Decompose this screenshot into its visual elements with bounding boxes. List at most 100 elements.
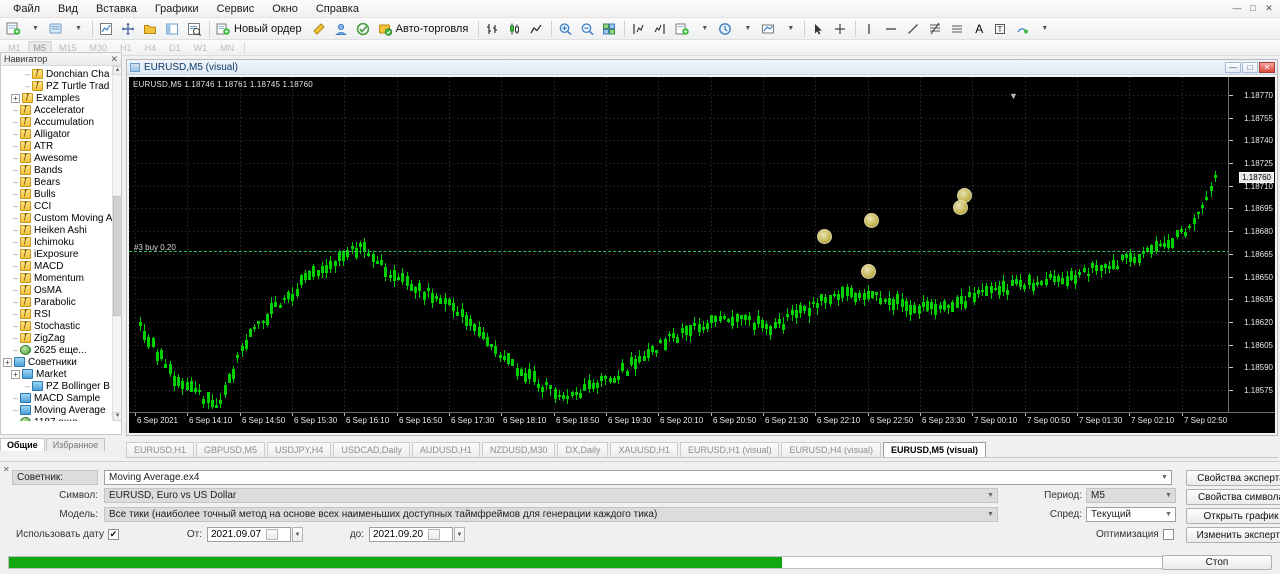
chart-tab[interactable]: NZDUSD,M30 <box>481 442 556 457</box>
navigator-item[interactable]: – Donchian Cha <box>1 68 121 80</box>
shift-end-icon[interactable] <box>628 19 649 38</box>
navigator-item[interactable]: – MACD Sample <box>1 392 121 404</box>
navigator-item[interactable]: – 1187 еще... <box>1 416 121 421</box>
stop-button[interactable]: Стоп <box>1162 555 1272 570</box>
navigator-item[interactable]: + Market <box>1 368 121 380</box>
strategy-tester-icon[interactable] <box>184 19 205 38</box>
symbol-properties-button[interactable]: Свойства символа <box>1186 489 1280 505</box>
trade-marker-sell-1[interactable] <box>861 264 876 279</box>
expert-dropdown-label[interactable]: Советник: <box>12 470 98 485</box>
profiles-dropdown-icon[interactable]: ▼ <box>68 19 88 38</box>
zoom-out-icon[interactable] <box>577 19 598 38</box>
navigator-item[interactable]: – PZ Turtle Trad <box>1 80 121 92</box>
trade-marker-sell-2[interactable] <box>953 200 968 215</box>
to-date-spinner[interactable]: ▼ <box>454 527 465 542</box>
expert-combo[interactable]: Moving Average.ex4 <box>104 470 1172 485</box>
period-mn[interactable]: MN <box>214 41 240 55</box>
terminal-icon[interactable] <box>162 19 183 38</box>
minimize-icon[interactable]: — <box>1230 2 1244 15</box>
menu-item-file[interactable]: Файл <box>4 1 49 17</box>
navigator-scrollbar[interactable]: ▲ ▼ <box>112 66 121 421</box>
chart-tab[interactable]: AUDUSD,H1 <box>411 442 480 457</box>
tester-close-icon[interactable]: ✕ <box>3 465 10 474</box>
chart-tab[interactable]: USDJPY,H4 <box>267 442 332 457</box>
menu-item-insert[interactable]: Вставка <box>87 1 146 17</box>
line-chart-icon[interactable] <box>526 19 547 38</box>
text-label-icon[interactable]: T <box>990 19 1011 38</box>
objects-icon[interactable] <box>758 19 779 38</box>
navigator-tab-common[interactable]: Общие <box>0 438 45 451</box>
trendline-icon[interactable] <box>903 19 924 38</box>
calendar-icon-from[interactable] <box>266 529 278 540</box>
autotrading-button[interactable]: Авто-торговля <box>375 19 475 38</box>
data-window-icon[interactable] <box>118 19 139 38</box>
chart-plot-area[interactable]: EURUSD,M5 1.18746 1.18761 1.18745 1.1876… <box>129 77 1275 433</box>
chart-tab[interactable]: DX,Daily <box>557 442 609 457</box>
navigator-item[interactable]: – Bulls <box>1 188 121 200</box>
navigator-item[interactable]: – Awesome <box>1 152 121 164</box>
navigator-item[interactable]: – Momentum <box>1 272 121 284</box>
time-axis[interactable]: 6 Sep 2021 6 Sep 14:10 6 Sep 14:50 6 Sep 15… <box>129 412 1275 433</box>
chart-tab[interactable]: EURUSD,M5 (visual) <box>883 442 987 457</box>
cursor-icon[interactable] <box>808 19 829 38</box>
scroll-down-icon[interactable]: ▼ <box>113 412 121 421</box>
navigator-close-icon[interactable]: ✕ <box>110 54 118 65</box>
period-combo-chevron-icon[interactable]: ▼ <box>1163 490 1174 501</box>
price-axis[interactable]: 1.18770 1.18755 1.18740 1.18725 1.18710 1.186… <box>1228 77 1275 412</box>
crosshair-icon[interactable] <box>830 19 851 38</box>
scrollbar-thumb[interactable] <box>113 196 121 316</box>
vertical-line-icon[interactable] <box>859 19 880 38</box>
navigator-item[interactable]: – Ichimoku <box>1 236 121 248</box>
close-icon[interactable]: ✕ <box>1262 2 1276 15</box>
chart-tab[interactable]: EURUSD,H1 (visual) <box>679 442 780 457</box>
navigator-tab-favorites[interactable]: Избранное <box>45 438 106 451</box>
menu-item-window[interactable]: Окно <box>263 1 307 17</box>
navigator-item[interactable]: – Stochastic <box>1 320 121 332</box>
navigator-item[interactable]: – OsMA <box>1 284 121 296</box>
chart-maximize-icon[interactable]: □ <box>1242 62 1258 73</box>
navigator-item[interactable]: – PZ Bollinger B <box>1 380 121 392</box>
navigator-item[interactable]: – CCI <box>1 200 121 212</box>
chart-close-icon[interactable]: ✕ <box>1259 62 1275 73</box>
trade-marker-buy-1[interactable] <box>817 229 832 244</box>
calendar-icon-to[interactable] <box>428 529 440 540</box>
indicators-icon[interactable] <box>353 19 374 38</box>
fibonacci-icon[interactable] <box>925 19 946 38</box>
chart-tab[interactable]: EURUSD,H4 (visual) <box>781 442 881 457</box>
chart-tab[interactable]: GBPUSD,M5 <box>196 442 266 457</box>
expert-properties-button[interactable]: Свойства эксперта <box>1186 470 1280 486</box>
navigator-item[interactable]: – Accumulation <box>1 116 121 128</box>
chart-minimize-icon[interactable]: — <box>1225 62 1241 73</box>
text-icon[interactable]: A <box>969 19 989 38</box>
shapes-icon[interactable] <box>1012 19 1033 38</box>
navigator-item[interactable]: – Parabolic <box>1 296 121 308</box>
template-icon[interactable] <box>672 19 693 38</box>
tree-expander-icon[interactable]: + <box>11 93 20 103</box>
tree-expander-icon[interactable]: + <box>11 369 20 379</box>
menu-item-tools[interactable]: Сервис <box>208 1 264 17</box>
chart-tab[interactable]: USDCAD,Daily <box>333 442 410 457</box>
period-w1[interactable]: W1 <box>188 41 214 55</box>
navigator-item[interactable]: – ATR <box>1 140 121 152</box>
navigator-item[interactable]: – Moving Average <box>1 404 121 416</box>
tree-expander-icon[interactable]: + <box>3 357 12 367</box>
navigator-item[interactable]: – Bands <box>1 164 121 176</box>
open-chart-button[interactable]: Открыть график <box>1186 508 1280 524</box>
period-icon[interactable] <box>715 19 736 38</box>
navigator-item[interactable]: – MACD <box>1 260 121 272</box>
use-date-checkbox[interactable]: ✔ <box>108 529 120 540</box>
model-combo[interactable]: Все тики (наиболее точный метод на основ… <box>104 507 998 522</box>
expert-advisors-icon[interactable] <box>331 19 352 38</box>
navigator-item[interactable]: – Heiken Ashi <box>1 224 121 236</box>
navigator-item[interactable]: + Examples <box>1 92 121 104</box>
expert-combo-chevron-icon[interactable]: ▼ <box>1159 472 1170 483</box>
trade-marker-buy-2[interactable] <box>864 213 879 228</box>
period-h4[interactable]: H4 <box>139 41 163 55</box>
menu-item-charts[interactable]: Графики <box>146 1 208 17</box>
model-combo-chevron-icon[interactable]: ▼ <box>985 509 996 520</box>
objects-dropdown-icon[interactable]: ▼ <box>780 19 800 38</box>
spread-combo-chevron-icon[interactable]: ▼ <box>1163 509 1174 520</box>
navigator-item[interactable]: – Custom Moving A <box>1 212 121 224</box>
period-d1[interactable]: D1 <box>163 41 187 55</box>
menu-item-help[interactable]: Справка <box>307 1 368 17</box>
